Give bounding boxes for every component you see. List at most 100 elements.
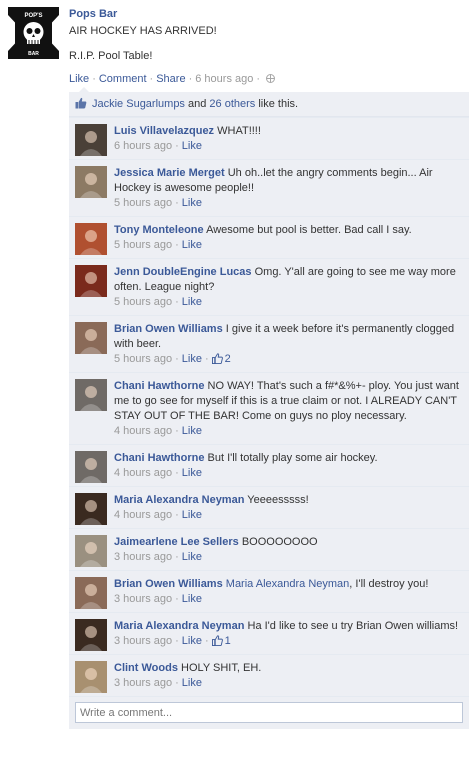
comment-body: Maria Alexandra Neyman Ha I'd like to se… <box>114 619 461 634</box>
comment-row: Tony Monteleone Awesome but pool is bett… <box>69 216 469 258</box>
comment-author-link[interactable]: Jaimearlene Lee Sellers <box>114 536 239 548</box>
avatar[interactable] <box>75 223 107 255</box>
comment-author-link[interactable]: Chani Hawthorne <box>114 452 204 464</box>
comment-like-link[interactable]: Like <box>182 677 202 689</box>
comment-like-link[interactable]: Like <box>182 425 202 437</box>
comment-body: Jessica Marie Merget Uh oh..let the angr… <box>114 166 461 196</box>
comment-meta: 3 hours ago · Like · 1 <box>114 634 461 649</box>
post-text: AIR HOCKEY HAS ARRIVED! R.I.P. Pool Tabl… <box>69 24 469 63</box>
separator-dot: · <box>175 509 179 521</box>
post-timestamp[interactable]: 6 hours ago <box>195 73 253 85</box>
comment-like-link[interactable]: Like <box>182 296 202 308</box>
comment-timestamp[interactable]: 4 hours ago <box>114 467 172 479</box>
comment-timestamp[interactable]: 3 hours ago <box>114 593 172 605</box>
separator-dot: · <box>149 73 154 85</box>
comment-row: Luis Villavelazquez WHAT!!!! 6 hours ago ·… <box>69 117 469 159</box>
comment-timestamp[interactable]: 4 hours ago <box>114 509 172 521</box>
comment-like-link[interactable]: Like <box>182 635 202 647</box>
comment-like-link[interactable]: Like <box>182 239 202 251</box>
write-comment-row <box>69 696 469 729</box>
comment-text: But I'll totally play some air hockey. <box>207 452 378 464</box>
logo-subtext: BAR <box>28 51 39 57</box>
comment-timestamp[interactable]: 3 hours ago <box>114 677 172 689</box>
others-like-link[interactable]: 26 others <box>209 98 255 110</box>
avatar[interactable] <box>75 124 107 156</box>
comment-body: Chani Hawthorne But I'll totally play so… <box>114 451 461 466</box>
separator-dot: · <box>204 353 209 365</box>
comment-body: Maria Alexandra Neyman Yeeeesssss! <box>114 493 461 508</box>
comment-author-link[interactable]: Luis Villavelazquez <box>114 125 214 137</box>
pops-bar-logo[interactable]: POP'S BAR <box>8 7 59 59</box>
liker-name-link[interactable]: Jackie Sugarlumps <box>92 98 185 110</box>
post-line-1: AIR HOCKEY HAS ARRIVED! <box>69 25 217 37</box>
comment-timestamp[interactable]: 3 hours ago <box>114 635 172 647</box>
comment-meta: 4 hours ago · Like <box>114 424 461 439</box>
comment-meta: 5 hours ago · Like <box>114 196 461 211</box>
comment-body: Chani Hawthorne NO WAY! That's such a f#… <box>114 379 461 424</box>
avatar[interactable] <box>75 661 107 693</box>
avatar[interactable] <box>75 619 107 651</box>
avatar[interactable] <box>75 166 107 198</box>
comment-meta: 5 hours ago · Like <box>114 238 461 253</box>
separator-dot: · <box>175 239 179 251</box>
separator-dot: · <box>175 467 179 479</box>
comment-author-link[interactable]: Maria Alexandra Neyman <box>114 494 244 506</box>
comment-row: Maria Alexandra Neyman Yeeeesssss! 4 hour… <box>69 486 469 528</box>
comment-like-link[interactable]: Like <box>182 593 202 605</box>
comment-timestamp[interactable]: 5 hours ago <box>114 353 172 365</box>
separator-dot: · <box>92 73 96 85</box>
comment-like-link[interactable]: Like <box>182 140 202 152</box>
post-line-2 <box>69 38 469 49</box>
write-comment-input[interactable] <box>75 702 463 723</box>
comment-like-link[interactable]: Like <box>182 509 202 521</box>
post-share-link[interactable]: Share <box>156 73 185 85</box>
comment-like-link[interactable]: Like <box>182 353 202 365</box>
comment-row: Brian Owen Williams Maria Alexandra Neym… <box>69 570 469 612</box>
comment-mention-link[interactable]: Maria Alexandra Neyman <box>226 578 350 590</box>
comment-author-link[interactable]: Brian Owen Williams <box>114 578 223 590</box>
comment-meta: 5 hours ago · Like · 2 <box>114 352 461 367</box>
comment-like-count[interactable]: 2 <box>211 353 231 365</box>
comment-timestamp[interactable]: 5 hours ago <box>114 239 172 251</box>
comment-author-link[interactable]: Jessica Marie Merget <box>114 167 225 179</box>
page-name-link[interactable]: Pops Bar <box>69 7 469 21</box>
post-body: Pops Bar AIR HOCKEY HAS ARRIVED! R.I.P. … <box>69 7 469 86</box>
comment-timestamp[interactable]: 4 hours ago <box>114 425 172 437</box>
comment-row: Chani Hawthorne NO WAY! That's such a f#… <box>69 372 469 444</box>
comment-text: Awesome but pool is better. Bad call I s… <box>206 224 412 236</box>
avatar[interactable] <box>75 451 107 483</box>
comment-like-link[interactable]: Like <box>182 197 202 209</box>
comment-like-link[interactable]: Like <box>182 551 202 563</box>
separator-dot: · <box>175 296 179 308</box>
separator-dot: · <box>204 635 209 647</box>
avatar[interactable] <box>75 379 107 411</box>
comment-text: Ha I'd like to see u try Brian Owen will… <box>247 620 459 632</box>
separator-dot: · <box>175 593 179 605</box>
avatar[interactable] <box>75 493 107 525</box>
comment-author-link[interactable]: Tony Monteleone <box>114 224 204 236</box>
post-like-link[interactable]: Like <box>69 73 89 85</box>
comment-author-link[interactable]: Chani Hawthorne <box>114 380 204 392</box>
likes-and-text: and <box>188 98 207 110</box>
comment-meta: 4 hours ago · Like <box>114 466 461 481</box>
comment-timestamp[interactable]: 5 hours ago <box>114 296 172 308</box>
comment-author-link[interactable]: Brian Owen Williams <box>114 323 223 335</box>
separator-dot: · <box>256 73 261 85</box>
comment-author-link[interactable]: Maria Alexandra Neyman <box>114 620 244 632</box>
globe-icon[interactable] <box>266 74 276 83</box>
avatar[interactable] <box>75 265 107 297</box>
avatar[interactable] <box>75 577 107 609</box>
comment-like-count[interactable]: 1 <box>211 635 231 647</box>
avatar[interactable] <box>75 535 107 567</box>
comment-timestamp[interactable]: 5 hours ago <box>114 197 172 209</box>
comment-author-link[interactable]: Clint Woods <box>114 662 178 674</box>
post-comment-link[interactable]: Comment <box>99 73 147 85</box>
comment-like-link[interactable]: Like <box>182 467 202 479</box>
comment-row: Jessica Marie Merget Uh oh..let the angr… <box>69 159 469 216</box>
comment-body: Clint Woods HOLY SHIT, EH. <box>114 661 461 676</box>
comment-text: HOLY SHIT, EH. <box>181 662 262 674</box>
comment-timestamp[interactable]: 6 hours ago <box>114 140 172 152</box>
avatar[interactable] <box>75 322 107 354</box>
comment-timestamp[interactable]: 3 hours ago <box>114 551 172 563</box>
comment-author-link[interactable]: Jenn DoubleEngine Lucas <box>114 266 252 278</box>
